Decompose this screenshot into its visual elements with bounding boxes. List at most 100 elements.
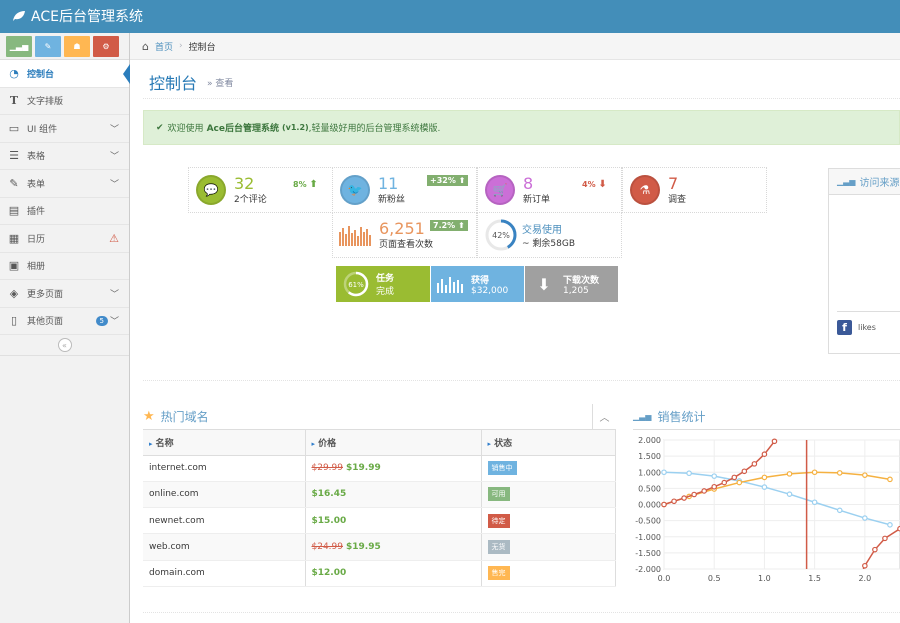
darkbox-title: 任务	[376, 274, 395, 284]
data-point	[661, 469, 667, 476]
darkbox-sub: $32,000	[471, 285, 509, 296]
sidebar-item-label: 其他页面	[27, 317, 64, 328]
y-tick-label: 1.000	[638, 468, 661, 477]
breadcrumb-separator-icon: ›	[179, 41, 183, 51]
data-point	[862, 515, 868, 521]
visits-widget-header: ▁▃▅ 访问来源	[829, 169, 900, 195]
page-title: 控制台	[149, 74, 198, 93]
app-title: ACE后台管理系统	[31, 9, 143, 25]
dashboard-icon: ◔	[9, 66, 19, 80]
table-row: newnet.com $15.00 待定	[143, 507, 616, 535]
status-badge: 可用	[487, 487, 510, 502]
data-point	[711, 473, 718, 479]
sidebar-item-gallery[interactable]: ▣ 相册	[0, 253, 129, 280]
domain-price: $12.00	[305, 560, 482, 587]
sidebar-item-label: 表格	[27, 152, 46, 163]
column-header-status[interactable]: ▸ 状态	[481, 430, 616, 456]
collapse-icon[interactable]: «	[57, 338, 72, 352]
comments-icon: 💬	[196, 175, 226, 205]
table-row: online.com $16.45 可用	[143, 481, 616, 509]
sidebar-item-forms[interactable]: ✎ 表单 ﹀	[0, 170, 129, 198]
alert-brand: Ace后台管理系统	[206, 124, 279, 134]
facebook-icon: f	[837, 320, 852, 335]
shortcut-group-button[interactable]: ☗	[64, 36, 90, 57]
sparkline-icon	[339, 226, 371, 246]
earnings-bars-icon	[437, 277, 463, 293]
data-point	[836, 507, 843, 514]
calendar-icon: ▦	[8, 231, 20, 245]
column-header-price[interactable]: ▸ 价格	[305, 430, 482, 456]
domains-table: ▸ 名称 ▸ 价格 ▸ 状态 internet.com $29.99 $19.99…	[143, 430, 616, 587]
cart-icon: 🛒	[485, 175, 515, 205]
infobox-downloads: ⬇ 下载次数 1,205	[525, 266, 618, 302]
data-point	[761, 474, 768, 481]
data-point	[872, 546, 878, 553]
welcome-alert: ✔ 欢迎使用 Ace后台管理系统 (v1.2) ,轻量级好用的后台管理系统模版.	[143, 110, 900, 145]
brand[interactable]: ACE后台管理系统	[12, 6, 143, 26]
status-badge: 售完	[487, 566, 510, 581]
domain-name: internet.com	[143, 455, 306, 482]
data-point	[671, 498, 677, 505]
shortcut-chart-button[interactable]: ▁▃▅	[6, 36, 32, 57]
data-point	[811, 469, 818, 476]
warning-icon: ⚠	[109, 231, 119, 245]
domain-name: newnet.com	[143, 507, 306, 535]
data-point	[786, 471, 793, 477]
shortcut-edit-button[interactable]: ✎	[35, 36, 61, 57]
visits-title: 访问来源	[859, 178, 900, 189]
pencil-icon: ✎	[44, 42, 52, 51]
infobox-pageviews: 6,251 页面查看次数 7.2% ⬆	[332, 212, 477, 258]
darkbox-title: 下载次数	[563, 275, 600, 286]
data-point	[691, 491, 697, 498]
caret-right-icon: ▸	[149, 439, 153, 448]
y-tick-label: 0.500	[638, 484, 661, 493]
domain-name: web.com	[143, 533, 306, 561]
y-tick-label: -0.500	[635, 517, 661, 526]
data-point	[741, 468, 748, 475]
sidebar-item-widgets[interactable]: ▤ 插件	[0, 198, 129, 225]
sidebar-item-typography[interactable]: T 文字排版	[0, 88, 129, 115]
y-tick-label: 0.000	[638, 501, 661, 510]
collapse-widget-button[interactable]: ︿	[592, 404, 616, 429]
infobox-label: 2个评论	[234, 195, 267, 205]
sidebar-collapse: «	[0, 335, 129, 356]
leaf-icon	[13, 11, 25, 21]
domain-name: domain.com	[143, 560, 306, 587]
infobox-value: 32	[234, 174, 255, 193]
sidebar-item-more[interactable]: ◈ 更多页面 ﹀	[0, 280, 129, 308]
y-tick-label: -1.000	[635, 533, 661, 542]
sidebar-item-ui[interactable]: ▭ UI 组件 ﹀	[0, 115, 129, 143]
alert-version: (v1.2)	[281, 123, 309, 132]
sidebar-item-calendar[interactable]: ▦ 日历 ⚠	[0, 225, 129, 253]
cogs-icon: ⚙	[102, 42, 110, 51]
data-point	[887, 476, 893, 483]
page-subtitle: » 查看	[207, 79, 234, 89]
domains-title: 热门域名	[160, 410, 209, 424]
y-tick-label: -2.000	[635, 565, 661, 574]
group-icon: ☗	[73, 42, 81, 51]
text-icon: T	[9, 94, 19, 108]
shortcut-settings-button[interactable]: ⚙	[93, 36, 119, 57]
sidebar-item-other[interactable]: ▯ 其他页面 5 ﹀	[0, 308, 129, 335]
edit-icon: ✎	[9, 176, 19, 190]
darkbox-sub: 完成	[376, 287, 395, 297]
x-tick-label: 0.5	[708, 574, 721, 583]
traffic-progress-ring: 42%	[485, 219, 517, 251]
tasks-progress-ring: 61%	[343, 271, 369, 297]
infobox-value: 7	[668, 174, 679, 193]
visits-widget: ▁▃▅ 访问来源 f likes	[828, 168, 900, 354]
column-header-name[interactable]: ▸ 名称	[143, 430, 306, 456]
infobox-value: 8	[523, 174, 534, 193]
divider	[143, 98, 900, 99]
sidebar-item-dashboard[interactable]: ◔ 控制台	[0, 60, 130, 88]
infobox-tasks: 61% 任务 完成	[336, 266, 430, 302]
infobox-label: 新订单	[523, 195, 551, 205]
breadcrumb-home-link[interactable]: 首页	[155, 40, 173, 53]
breadcrumb-current: 控制台	[188, 42, 216, 53]
navbar: ACE后台管理系统	[0, 0, 900, 33]
stat-badge: 7.2% ⬆	[430, 220, 468, 231]
y-tick-label: 1.500	[638, 452, 661, 461]
infobox-survey: ⚗ 7 调查	[622, 167, 767, 213]
sidebar-item-tables[interactable]: ☰ 表格 ﹀	[0, 143, 129, 170]
data-point	[836, 470, 843, 476]
